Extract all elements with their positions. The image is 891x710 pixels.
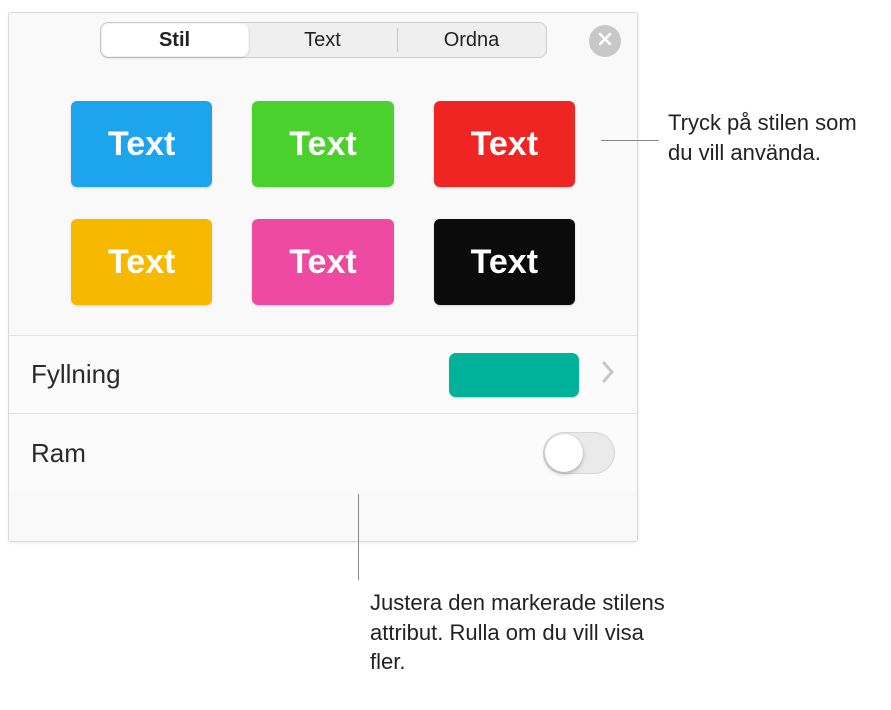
swatch-label: Text xyxy=(289,125,356,164)
frame-label: Ram xyxy=(31,438,543,469)
close-icon xyxy=(598,32,612,51)
style-swatch[interactable]: Text xyxy=(434,101,575,187)
frame-toggle[interactable] xyxy=(543,432,615,474)
swatch-label: Text xyxy=(289,243,356,282)
callout-bottom: Justera den markerade stilens attribut. … xyxy=(370,588,670,677)
callout-top: Tryck på stilen som du vill använda. xyxy=(668,108,878,167)
tab-ordna[interactable]: Ordna xyxy=(398,23,546,57)
callout-leader-line xyxy=(601,140,659,141)
swatch-label: Text xyxy=(108,243,175,282)
tab-stil[interactable]: Stil xyxy=(101,23,249,57)
style-swatch[interactable]: Text xyxy=(252,101,393,187)
style-swatch[interactable]: Text xyxy=(252,219,393,305)
style-swatch-area: Text Text Text Text Text Text xyxy=(9,67,637,335)
fill-color-swatch[interactable] xyxy=(449,353,579,397)
toggle-knob xyxy=(545,434,583,472)
attribute-rows: Fyllning Ram xyxy=(9,335,637,492)
fill-row[interactable]: Fyllning xyxy=(9,336,637,414)
tabs-segmented-control: Stil Text Ordna xyxy=(100,22,547,58)
tab-ordna-label: Ordna xyxy=(444,29,500,52)
panel-header: Stil Text Ordna xyxy=(9,13,637,67)
style-swatch-grid: Text Text Text Text Text Text xyxy=(71,101,575,305)
tab-text[interactable]: Text xyxy=(249,23,397,57)
swatch-label: Text xyxy=(471,125,538,164)
swatch-label: Text xyxy=(471,243,538,282)
style-swatch[interactable]: Text xyxy=(434,219,575,305)
fill-label: Fyllning xyxy=(31,359,449,390)
tab-stil-label: Stil xyxy=(159,29,190,52)
format-panel: Stil Text Ordna Text Text Text xyxy=(8,12,638,542)
chevron-right-icon xyxy=(601,361,615,388)
callout-leader-line xyxy=(358,494,359,580)
close-button[interactable] xyxy=(589,25,621,57)
frame-row: Ram xyxy=(9,414,637,492)
swatch-label: Text xyxy=(108,125,175,164)
tab-text-label: Text xyxy=(304,29,341,52)
style-swatch[interactable]: Text xyxy=(71,101,212,187)
style-swatch[interactable]: Text xyxy=(71,219,212,305)
